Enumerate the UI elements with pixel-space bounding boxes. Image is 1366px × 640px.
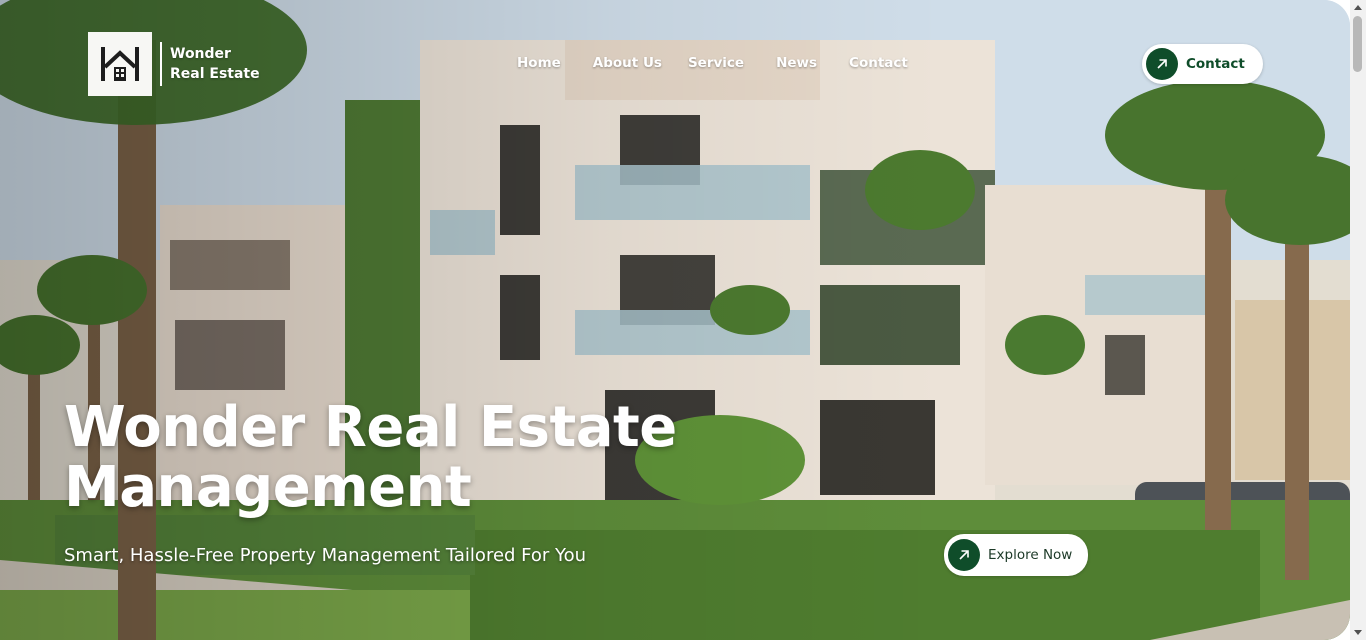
nav-about-us[interactable]: About Us <box>593 55 662 71</box>
nav-news[interactable]: News <box>776 55 817 71</box>
contact-button[interactable]: Contact <box>1142 44 1263 84</box>
house-h-icon <box>101 47 139 81</box>
arrow-up-right-icon <box>948 539 980 571</box>
logo-divider <box>160 42 162 86</box>
hero-overlay <box>0 0 1350 640</box>
hero-title: Wonder Real Estate Management <box>64 398 677 518</box>
explore-now-button[interactable]: Explore Now <box>944 534 1088 576</box>
scrollbar-thumb[interactable] <box>1353 16 1362 72</box>
brand-name-line2: Real Estate <box>170 66 260 82</box>
page-scrollbar[interactable] <box>1350 0 1366 640</box>
scroll-up-arrow-icon[interactable] <box>1354 5 1362 10</box>
contact-button-label: Contact <box>1186 56 1245 72</box>
arrow-up-right-icon <box>1146 48 1178 80</box>
hero-subtitle: Smart, Hassle-Free Property Management T… <box>64 545 587 566</box>
scroll-down-arrow-icon[interactable] <box>1354 630 1362 635</box>
explore-now-label: Explore Now <box>988 547 1073 563</box>
brand-name-line1: Wonder <box>170 46 231 62</box>
nav-home[interactable]: Home <box>517 55 561 71</box>
logo-mark <box>88 32 152 96</box>
nav-contact[interactable]: Contact <box>849 55 908 71</box>
main-nav: Home About Us Service News Contact <box>517 55 908 71</box>
brand-logo[interactable]: Wonder Real Estate <box>88 32 260 96</box>
hero-section: Wonder Real Estate Home About Us Service… <box>0 0 1350 640</box>
hero-title-line1: Wonder Real Estate <box>64 395 677 460</box>
hero-title-line2: Management <box>64 455 472 520</box>
brand-name: Wonder Real Estate <box>170 44 260 84</box>
nav-service[interactable]: Service <box>688 55 744 71</box>
